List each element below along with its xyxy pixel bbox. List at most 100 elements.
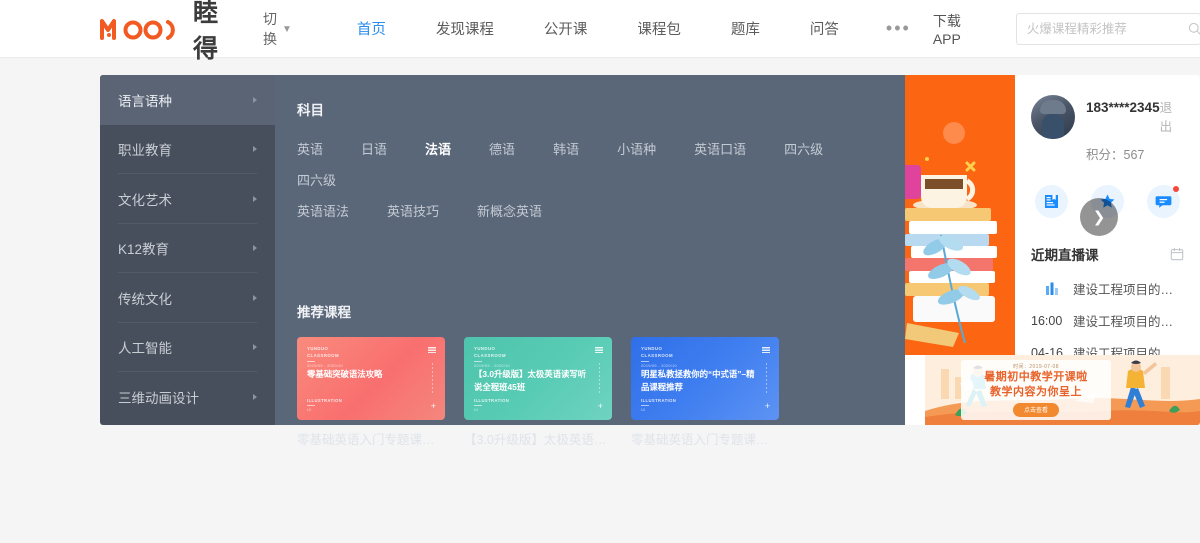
subject-tag-row: 英语语法 英语技巧 新概念英语 xyxy=(293,195,883,226)
promo-cta-button[interactable]: 点击查看 xyxy=(1012,402,1059,417)
calendar-icon[interactable] xyxy=(1170,247,1184,261)
hero-next-button[interactable]: ❯ xyxy=(1080,198,1118,236)
subject-tag-german[interactable]: 德语 xyxy=(485,133,525,164)
live-section-title: 近期直播课 xyxy=(1031,248,1099,263)
card-divider xyxy=(307,361,315,363)
subject-tag-row: 英语 日语 法语 德语 韩语 小语种 英语口语 四六级 四六级 xyxy=(293,133,883,195)
switch-label: 切换 xyxy=(263,10,278,47)
menu-icon xyxy=(762,347,770,353)
chevron-right-icon xyxy=(253,195,257,202)
course-card-item: YUNDUO CLASSROOM 2019/09 - 2020/10 明星私教拯… xyxy=(631,337,779,448)
card-foot-line1: ILLUSTRATION xyxy=(641,398,677,403)
sidebar-item-languages[interactable]: 语言语种 xyxy=(100,75,275,125)
card-foot-line2: UI xyxy=(474,408,478,412)
logout-button[interactable]: 退出 xyxy=(1160,97,1184,135)
menu-icon xyxy=(595,347,603,353)
sidebar-item-vocational[interactable]: 职业教育 xyxy=(100,125,275,175)
live-class-name: 建设工程项目的组织与... xyxy=(1073,283,1184,297)
subject-tag-cet46-a[interactable]: 四六级 xyxy=(780,133,833,164)
nav-more-button[interactable]: ••• xyxy=(864,18,933,39)
live-class-name: 建设工程项目的组织与... xyxy=(1073,315,1184,329)
chevron-right-icon xyxy=(253,294,257,301)
subject-tag-new-concept-english[interactable]: 新概念英语 xyxy=(473,195,552,226)
chevron-right-icon xyxy=(253,96,257,103)
live-class-row[interactable]: 建设工程项目的组织与... xyxy=(1031,279,1184,298)
search-input[interactable] xyxy=(1026,21,1188,36)
hero-illustration[interactable] xyxy=(905,75,1015,355)
my-messages-button[interactable] xyxy=(1147,185,1180,218)
sidebar-item-ai[interactable]: 人工智能 xyxy=(100,323,275,373)
subject-tag-korean[interactable]: 韩语 xyxy=(549,133,589,164)
chevron-right-icon xyxy=(253,245,257,252)
chevron-down-icon: ▼ xyxy=(282,24,292,35)
sidebar-item-traditional-culture[interactable]: 传统文化 xyxy=(100,273,275,323)
card-brand-line2: CLASSROOM xyxy=(641,352,673,358)
sidebar-item-culture-arts[interactable]: 文化艺术 xyxy=(100,174,275,224)
plus-icon: + xyxy=(430,401,436,411)
my-courses-button[interactable] xyxy=(1035,185,1068,218)
sidebar-item-3d-animation[interactable]: 三维动画设计 xyxy=(100,372,275,422)
switch-site-button[interactable]: 切换 ▼ xyxy=(263,9,292,49)
course-card-thumbnail[interactable]: YUNDUO CLASSROOM 2019/09 - 2020/10 零基础突破… xyxy=(297,337,445,420)
course-card-item: YUNDUO CLASSROOM 2019/09 - 2020/10 【3.0升… xyxy=(464,337,612,448)
nav-item-course-package[interactable]: 课程包 xyxy=(612,18,706,39)
plus-icon: + xyxy=(764,401,770,411)
promo-banner[interactable]: 时间：2019-07-08 暑期初中教学开课啦 教学内容为你呈上 点击查看 xyxy=(905,355,1200,425)
subject-tag-cet46-b[interactable]: 四六级 xyxy=(293,164,346,195)
card-brand-line1: YUNDUO xyxy=(641,346,663,351)
books-coffee-illustration xyxy=(905,122,997,347)
subject-tag-english-skills[interactable]: 英语技巧 xyxy=(383,195,449,226)
card-title: 明星私教拯救你的“中式语”–精品课程推荐 xyxy=(641,369,755,393)
course-card-caption[interactable]: 零基础英语入门专题课从语法... xyxy=(297,429,445,448)
sidebar-item-label: 职业教育 xyxy=(118,143,172,159)
subject-tag-french[interactable]: 法语 xyxy=(421,133,461,164)
nav-item-discover-courses[interactable]: 发现课程 xyxy=(411,18,519,39)
subject-tag-spoken-english[interactable]: 英语口语 xyxy=(690,133,756,164)
avatar[interactable] xyxy=(1031,95,1075,139)
live-class-row[interactable]: 16:00 建设工程项目的组织与... xyxy=(1031,311,1184,330)
live-class-time: 16:00 xyxy=(1031,313,1063,328)
card-foot-line2: UI xyxy=(641,408,645,412)
subject-tag-english[interactable]: 英语 xyxy=(293,133,333,164)
card-divider xyxy=(474,361,482,363)
nav-item-open-class[interactable]: 公开课 xyxy=(519,18,613,39)
message-icon xyxy=(1155,196,1172,208)
download-app-link[interactable]: 下载APP xyxy=(933,11,961,47)
user-points: 积分：567 xyxy=(1086,148,1145,162)
search-box[interactable] xyxy=(1015,12,1200,45)
card-divider xyxy=(474,405,482,406)
nav-item-home[interactable]: 首页 xyxy=(332,18,411,39)
user-meta: 183****2345 退出 积分：567 xyxy=(1086,95,1184,163)
subject-tag-list: 英语 日语 法语 德语 韩语 小语种 英语口语 四六级 四六级 英语语法 英语技… xyxy=(293,133,883,226)
chevron-right-icon xyxy=(253,393,257,400)
card-dashed-rule xyxy=(599,363,600,395)
nav-item-qa[interactable]: 问答 xyxy=(785,18,864,39)
user-phone: 183****2345 xyxy=(1086,100,1160,115)
chevron-right-icon: ❯ xyxy=(1092,209,1106,226)
logo[interactable]: 睦得 xyxy=(100,0,219,65)
mega-menu-content: 科目 英语 日语 法语 德语 韩语 小语种 英语口语 四六级 四六级 英语语法 … xyxy=(275,75,905,447)
chevron-right-icon xyxy=(253,344,257,351)
sidebar-item-label: 三维动画设计 xyxy=(118,390,199,406)
sidebar-item-label: 语言语种 xyxy=(118,93,172,109)
search-icon[interactable] xyxy=(1188,22,1200,36)
card-footer: ILLUSTRATION UI xyxy=(641,398,676,412)
chevron-right-icon xyxy=(253,146,257,153)
card-brand-line2: CLASSROOM xyxy=(307,352,339,358)
unread-badge xyxy=(1173,186,1179,192)
course-card-caption[interactable]: 零基础英语入门专题课从语法... xyxy=(631,429,779,448)
subject-tag-minor-languages[interactable]: 小语种 xyxy=(613,133,666,164)
course-card-caption[interactable]: 【3.0升级版】太极英语读写... xyxy=(464,429,612,448)
live-section-header: 近期直播课 xyxy=(1031,244,1184,266)
course-card-thumbnail[interactable]: YUNDUO CLASSROOM 2019/09 - 2020/10 明星私教拯… xyxy=(631,337,779,420)
subject-heading: 科目 xyxy=(297,103,324,118)
course-card-thumbnail[interactable]: YUNDUO CLASSROOM 2019/09 - 2020/10 【3.0升… xyxy=(464,337,612,420)
card-divider xyxy=(307,405,315,406)
card-foot-line1: ILLUSTRATION xyxy=(307,398,343,403)
subject-tag-english-grammar[interactable]: 英语语法 xyxy=(293,195,359,226)
subject-tag-japanese[interactable]: 日语 xyxy=(357,133,397,164)
sidebar-item-k12[interactable]: K12教育 xyxy=(100,224,275,274)
user-name-row: 183****2345 退出 xyxy=(1086,97,1184,135)
sidebar-item-label: 文化艺术 xyxy=(118,192,172,208)
nav-item-question-bank[interactable]: 题库 xyxy=(706,18,785,39)
